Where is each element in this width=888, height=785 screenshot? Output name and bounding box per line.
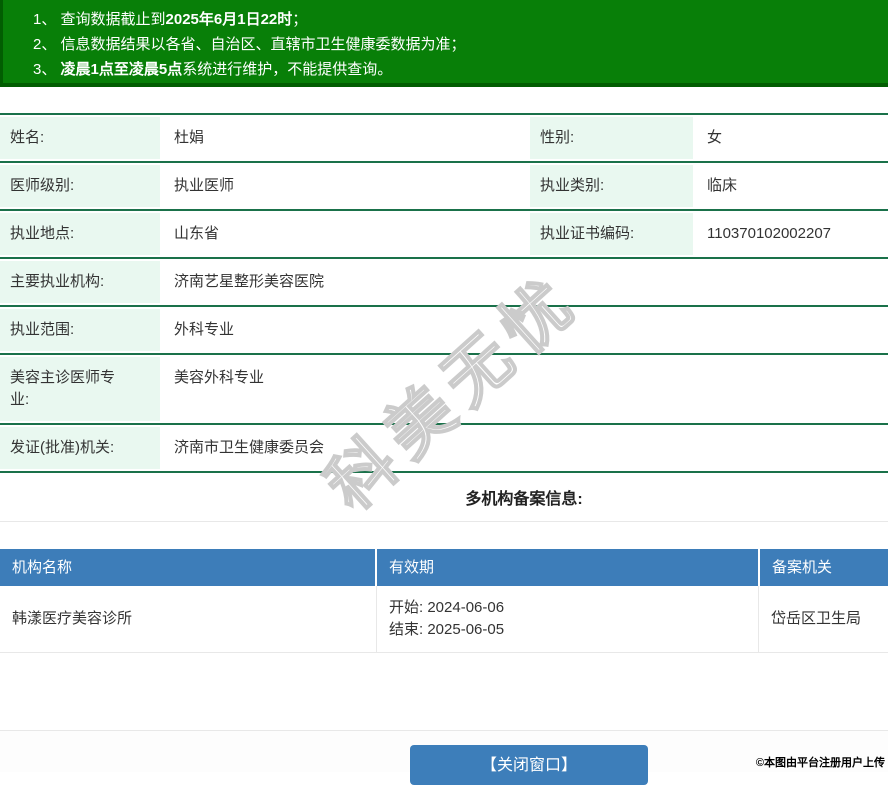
gender-label: 性别: xyxy=(530,117,693,159)
table-row-main-institution: 主要执业机构: 济南艺星整形美容医院 xyxy=(0,259,888,307)
notice-1-bold-text: 2025年6月1日22时 xyxy=(165,11,293,28)
copyright-text: ©本图由平台注册用户上传 xyxy=(755,757,885,769)
notice-1-suffix: ； xyxy=(292,11,308,28)
validity-end: 结束: 2025-06-05 xyxy=(389,621,505,638)
table-row-issuing-authority: 发证(批准)机关: 济南市卫生健康委员会 xyxy=(0,425,888,473)
practice-scope-value: 外科专业 xyxy=(174,321,235,338)
table-row-name-gender: 姓名: 杜娟 性别: 女 xyxy=(0,115,888,163)
table-row-practice-scope: 执业范围: 外科专业 xyxy=(0,307,888,355)
notice-2-text: 2、 信息数据结果以各省、自治区、直辖市卫生健康委数据为准； xyxy=(33,36,466,53)
main-institution-label: 主要执业机构: xyxy=(0,261,160,303)
validity-start: 开始: 2024-06-06 xyxy=(389,599,505,616)
notice-3-text: 3、 xyxy=(33,61,61,78)
notice-line-1: 1、 查询数据截止到2025年6月1日22时； xyxy=(33,7,868,32)
doctor-level-label: 医师级别: xyxy=(0,165,160,207)
practice-scope-label: 执业范围: xyxy=(0,309,160,351)
doctor-level-value: 执业医师 xyxy=(174,177,235,194)
institution-name-header: 机构名称 xyxy=(0,549,375,586)
certificate-number-label: 执业证书编码: xyxy=(530,213,693,255)
practitioner-info-table: 姓名: 杜娟 性别: 女 医师级别: 执业医师 执业类别: 临床 执业地点: 山… xyxy=(0,113,888,522)
notice-1-text: 1、 查询数据截止到 xyxy=(33,11,166,28)
table-row-cosmetic-specialty: 美容主诊医师专业: 美容外科专业 xyxy=(0,355,888,425)
validity-period-header: 有效期 xyxy=(377,549,758,586)
filing-table: 机构名称 有效期 备案机关 韩漾医疗美容诊所 开始: 2024-06-06 结束… xyxy=(0,549,888,653)
multi-institution-section-title: 多机构备案信息: xyxy=(465,491,583,508)
name-label: 姓名: xyxy=(0,117,160,159)
gender-value: 女 xyxy=(707,129,723,146)
notice-3-suffix: 系统进行维护，不能提供查询。 xyxy=(182,61,393,78)
institution-name-value: 韩漾医疗美容诊所 xyxy=(0,586,377,652)
practice-category-value: 临床 xyxy=(707,177,738,194)
close-window-button[interactable]: 【关闭窗口】 xyxy=(410,745,648,785)
issuing-authority-label: 发证(批准)机关: xyxy=(0,427,160,469)
validity-period-value: 开始: 2024-06-06 结束: 2025-06-05 xyxy=(377,586,759,652)
notice-3-bold-text: 凌晨1点至凌晨5点 xyxy=(60,61,183,78)
multi-institution-title-row: 多机构备案信息: xyxy=(0,473,888,522)
main-institution-value: 济南艺星整形美容医院 xyxy=(174,273,325,290)
practice-location-value: 山东省 xyxy=(174,225,220,242)
certificate-number-value: 110370102002207 xyxy=(707,225,832,242)
filing-table-header: 机构名称 有效期 备案机关 xyxy=(0,549,888,586)
filing-agency-value: 岱岳区卫生局 xyxy=(771,610,862,627)
practice-category-label: 执业类别: xyxy=(530,165,693,207)
notice-panel: 1、 查询数据截止到2025年6月1日22时； 2、 信息数据结果以各省、自治区… xyxy=(0,0,888,87)
practice-location-label: 执业地点: xyxy=(0,213,160,255)
filing-table-row: 韩漾医疗美容诊所 开始: 2024-06-06 结束: 2025-06-05 岱… xyxy=(0,586,888,653)
table-row-location-certificate: 执业地点: 山东省 执业证书编码: 110370102002207 xyxy=(0,211,888,259)
issuing-authority-value: 济南市卫生健康委员会 xyxy=(174,439,325,456)
cosmetic-specialty-label: 美容主诊医师专业: xyxy=(0,357,160,421)
notice-line-3: 3、 凌晨1点至凌晨5点系统进行维护，不能提供查询。 xyxy=(33,57,868,82)
notice-line-2: 2、 信息数据结果以各省、自治区、直辖市卫生健康委数据为准； xyxy=(33,32,868,57)
filing-agency-header: 备案机关 xyxy=(760,549,888,586)
name-value: 杜娟 xyxy=(174,129,205,146)
table-row-level-category: 医师级别: 执业医师 执业类别: 临床 xyxy=(0,163,888,211)
cosmetic-specialty-value: 美容外科专业 xyxy=(174,369,265,386)
